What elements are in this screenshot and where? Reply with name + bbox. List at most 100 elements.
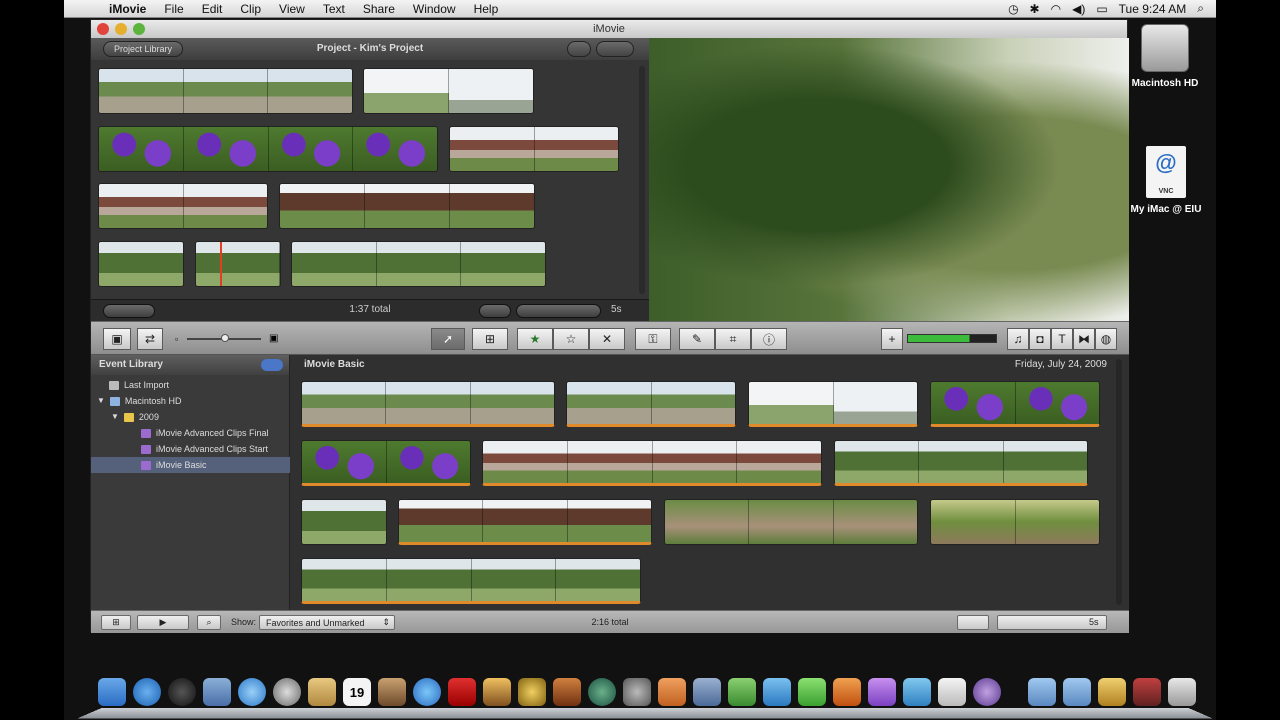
menu-app[interactable]: iMovie: [100, 2, 155, 16]
project-clip[interactable]: [98, 126, 438, 172]
event-clip[interactable]: [301, 440, 471, 486]
downloads-stack-icon[interactable]: [1098, 678, 1126, 706]
audio-skim-toggle[interactable]: [957, 615, 989, 630]
keynote-icon[interactable]: [658, 678, 686, 706]
bluetooth-icon[interactable]: ✱: [1030, 2, 1040, 16]
reject-icon[interactable]: ✕: [589, 328, 625, 350]
zoom-button[interactable]: [133, 23, 145, 35]
excel-icon[interactable]: [798, 678, 826, 706]
event-item-hd[interactable]: ▼ Macintosh HD: [91, 393, 290, 409]
documents-folder-icon[interactable]: [1063, 678, 1091, 706]
imovie-icon[interactable]: [483, 678, 511, 706]
event-clip[interactable]: [930, 499, 1100, 545]
time-machine-icon[interactable]: ◷: [1008, 2, 1018, 16]
event-item-last-import[interactable]: Last Import: [91, 377, 290, 393]
event-item-2009[interactable]: ▼ 2009: [91, 409, 290, 425]
event-clip[interactable]: [748, 381, 918, 427]
clock[interactable]: Tue 9:24 AM: [1119, 2, 1187, 16]
mail-icon[interactable]: [203, 678, 231, 706]
document-icon[interactable]: [938, 678, 966, 706]
unmark-icon[interactable]: ☆: [553, 328, 589, 350]
transition-icon[interactable]: ⧓: [1073, 328, 1095, 350]
word-icon[interactable]: [763, 678, 791, 706]
event-scrollbar[interactable]: [1116, 359, 1122, 605]
music-icon[interactable]: ♫: [1007, 328, 1029, 350]
event-clip[interactable]: [482, 440, 822, 486]
safari-icon[interactable]: [238, 678, 266, 706]
favorite-icon[interactable]: ★: [517, 328, 553, 350]
timemachine-icon[interactable]: [588, 678, 616, 706]
event-clip[interactable]: [301, 381, 555, 427]
battery-icon[interactable]: ▭: [1096, 2, 1107, 16]
messenger-icon[interactable]: [903, 678, 931, 706]
voiceover-icon[interactable]: +: [881, 328, 903, 350]
select-tool-icon[interactable]: ➚: [431, 328, 465, 350]
finder-icon[interactable]: [98, 678, 126, 706]
recent-stack-icon[interactable]: [1133, 678, 1161, 706]
powerpoint-icon[interactable]: [833, 678, 861, 706]
desktop-icon-vnc[interactable]: @ VNC My iMac @ EIU: [1128, 146, 1204, 215]
project-clip[interactable]: [195, 241, 281, 287]
menu-share[interactable]: Share: [354, 2, 404, 16]
audio-skimming-button[interactable]: [479, 304, 511, 318]
info-icon[interactable]: ⓘ: [751, 328, 787, 350]
event-clip[interactable]: [930, 381, 1100, 427]
entourage-icon[interactable]: [868, 678, 896, 706]
project-clip[interactable]: [98, 68, 353, 114]
trash-icon[interactable]: [1168, 678, 1196, 706]
event-clip[interactable]: [664, 499, 918, 545]
minimize-button[interactable]: [115, 23, 127, 35]
map-icon[interactable]: ◍: [1095, 328, 1117, 350]
menu-file[interactable]: File: [155, 2, 192, 16]
photobooth-icon[interactable]: [448, 678, 476, 706]
event-clip[interactable]: [834, 440, 1088, 486]
eyedropper-icon[interactable]: ✎: [679, 328, 715, 350]
desktop-icon-hd[interactable]: Macintosh HD: [1128, 24, 1202, 89]
event-item-start[interactable]: iMovie Advanced Clips Start: [91, 441, 290, 457]
view-toggle-button[interactable]: [567, 41, 591, 57]
theme-toggle-button[interactable]: [596, 41, 634, 57]
project-clip[interactable]: [449, 126, 619, 172]
pages-icon[interactable]: [693, 678, 721, 706]
numbers-icon[interactable]: [728, 678, 756, 706]
applications-folder-icon[interactable]: [1028, 678, 1056, 706]
keyword-icon[interactable]: ⚿: [635, 328, 671, 350]
menu-edit[interactable]: Edit: [193, 2, 232, 16]
menu-view[interactable]: View: [270, 2, 314, 16]
event-disk-toggle[interactable]: [261, 359, 283, 371]
appstore-icon[interactable]: [133, 678, 161, 706]
project-clip[interactable]: [98, 183, 268, 229]
camera-import-icon[interactable]: ▣: [103, 328, 131, 350]
playhead[interactable]: [220, 242, 222, 286]
addressbook-icon[interactable]: [308, 678, 336, 706]
ical-icon[interactable]: 19: [343, 678, 371, 706]
crop-icon[interactable]: ⌗: [715, 328, 751, 350]
project-clip[interactable]: [98, 241, 184, 287]
volume-icon[interactable]: ◀): [1072, 2, 1085, 16]
menu-window[interactable]: Window: [404, 2, 465, 16]
event-clip[interactable]: [301, 558, 641, 604]
event-clip[interactable]: [301, 499, 387, 545]
slider-knob[interactable]: [221, 334, 229, 342]
disclosure-icon[interactable]: ▼: [97, 393, 105, 409]
event-clip[interactable]: [398, 499, 652, 545]
project-scrollbar[interactable]: [639, 66, 645, 294]
event-item-final[interactable]: iMovie Advanced Clips Final: [91, 425, 290, 441]
itunes-icon[interactable]: [413, 678, 441, 706]
add-to-project-icon[interactable]: ⊞: [472, 328, 508, 350]
project-clip[interactable]: [279, 183, 535, 229]
menu-clip[interactable]: Clip: [231, 2, 270, 16]
menu-help[interactable]: Help: [465, 2, 508, 16]
photo-icon[interactable]: ◘: [1029, 328, 1051, 350]
viewer[interactable]: [649, 38, 1129, 321]
event-clip[interactable]: [566, 381, 736, 427]
swap-events-icon[interactable]: ⇄: [137, 328, 163, 350]
project-clip[interactable]: [363, 68, 534, 114]
zoom-slider[interactable]: [516, 304, 601, 318]
iweb-icon[interactable]: [518, 678, 546, 706]
podcast-icon[interactable]: [973, 678, 1001, 706]
event-item-basic[interactable]: iMovie Basic: [91, 457, 290, 473]
project-clip[interactable]: [291, 241, 546, 287]
iphoto-icon[interactable]: [378, 678, 406, 706]
systemprefs-icon[interactable]: [623, 678, 651, 706]
